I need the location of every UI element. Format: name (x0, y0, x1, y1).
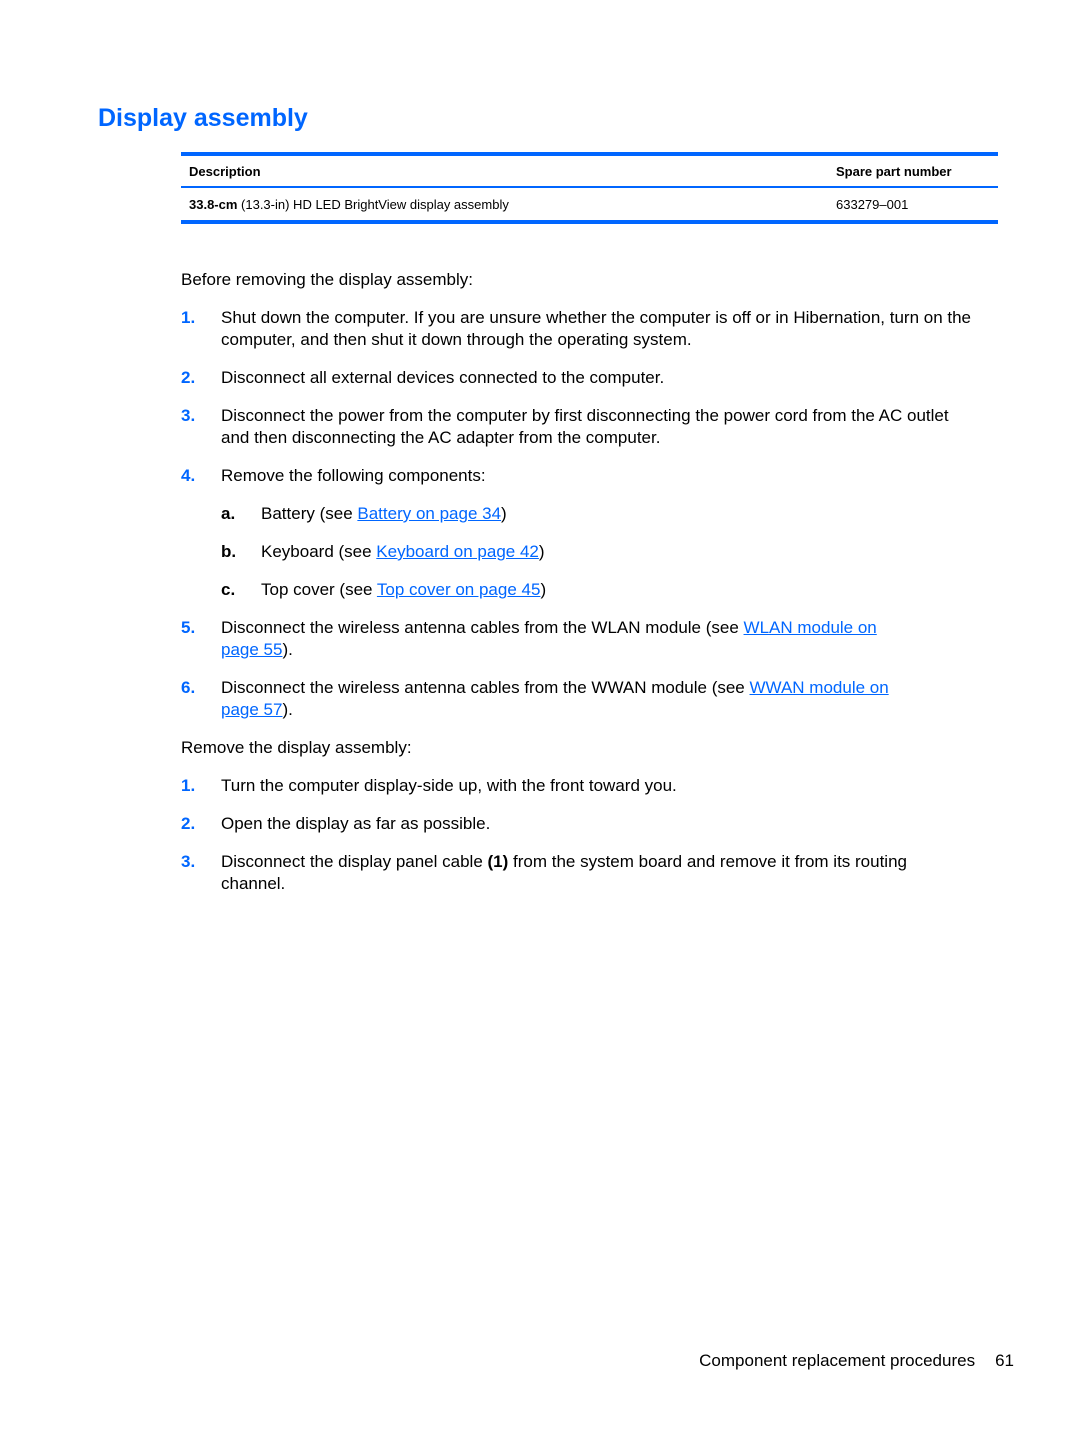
component-close: ) (501, 504, 507, 523)
component-letter: a. (221, 504, 236, 523)
header-description: Description (189, 163, 261, 179)
keyboard-link[interactable]: Keyboard on page 42 (376, 542, 539, 561)
step-number: 1. (181, 308, 196, 327)
step-text: Disconnect all external devices connecte… (221, 368, 665, 387)
remove-step-3: 3. Disconnect the display panel cable (1… (181, 851, 971, 895)
step-number: 6. (181, 678, 196, 697)
section-title: Display assembly (98, 104, 308, 132)
component-letter: c. (221, 580, 236, 599)
before-step-2: 2. Disconnect all external devices conne… (181, 367, 1001, 389)
step-number: 2. (181, 368, 196, 387)
header-spare-part-number: Spare part number (836, 163, 952, 179)
step-number: 2. (181, 814, 196, 833)
component-c: c. Top cover (see Top cover on page 45) (221, 579, 546, 601)
step-number: 4. (181, 466, 196, 485)
footer-section-name: Component replacement procedures (699, 1351, 976, 1370)
top-cover-link[interactable]: Top cover on page 45 (377, 580, 541, 599)
step-number: 3. (181, 406, 196, 425)
component-a: a. Battery (see Battery on page 34) (221, 503, 507, 525)
page-number: 61 (995, 1351, 1014, 1370)
component-text: Top cover (see (261, 580, 377, 599)
step-text: Turn the computer display-side up, with … (221, 776, 677, 795)
table-header-row: Description Spare part number (181, 154, 998, 187)
step-text: Disconnect the display panel cable (221, 852, 488, 871)
step-close: ). (282, 640, 293, 659)
component-close: ) (540, 580, 547, 599)
callout-number: (1) (487, 852, 509, 871)
step-text: Open the display as far as possible. (221, 814, 491, 833)
cell-description: 33.8-cm (13.3-in) HD LED BrightView disp… (181, 187, 828, 222)
step-text: Disconnect the wireless antenna cables f… (221, 618, 744, 637)
remove-intro: Remove the display assembly: (181, 738, 412, 757)
remove-step-2: 2. Open the display as far as possible. (181, 813, 1001, 835)
table-row: 33.8-cm (13.3-in) HD LED BrightView disp… (181, 187, 998, 222)
component-letter: b. (221, 542, 237, 561)
description-size: 33.8-cm (189, 196, 238, 212)
step-text: Disconnect the power from the computer b… (221, 406, 949, 447)
before-step-4: 4. Remove the following components: (181, 465, 1001, 487)
component-text: Battery (see (261, 504, 358, 523)
step-text: Remove the following components: (221, 466, 486, 485)
before-step-3: 3. Disconnect the power from the compute… (181, 405, 961, 449)
cell-part-number: 633279–001 (836, 196, 909, 212)
step-number: 5. (181, 618, 196, 637)
component-b: b. Keyboard (see Keyboard on page 42) (221, 541, 545, 563)
component-close: ) (538, 542, 545, 561)
step-text: Shut down the computer. If you are unsur… (221, 308, 972, 349)
step-close: ). (282, 700, 293, 719)
step-number: 3. (181, 852, 196, 871)
before-step-6: 6. Disconnect the wireless antenna cable… (181, 677, 916, 721)
step-text: Disconnect the wireless antenna cables f… (221, 678, 750, 697)
remove-step-1: 1. Turn the computer display-side up, wi… (181, 775, 1001, 797)
before-step-5: 5. Disconnect the wireless antenna cable… (181, 617, 901, 661)
step-number: 1. (181, 776, 196, 795)
page-footer: Component replacement procedures 61 (699, 1351, 1014, 1371)
spare-parts-table: Description Spare part number 33.8-cm (1… (181, 152, 998, 224)
before-step-1: 1. Shut down the computer. If you are un… (181, 307, 1001, 351)
before-intro: Before removing the display assembly: (181, 270, 473, 289)
component-text: Keyboard (see (261, 542, 377, 561)
battery-link[interactable]: Battery on page 34 (357, 504, 501, 523)
description-text: (13.3-in) HD LED BrightView display asse… (237, 196, 509, 212)
